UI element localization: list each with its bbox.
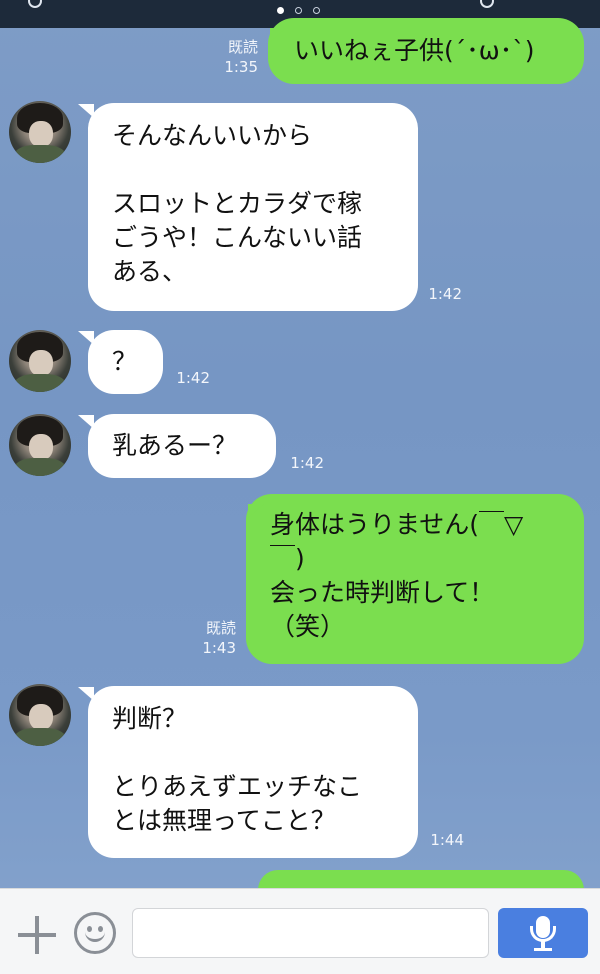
- message-bubble[interactable]: そんなんいいから スロットとカラダで稼 ごうや！こんないい話 ある、: [88, 103, 418, 311]
- message-time: 1:42: [290, 454, 324, 472]
- bubble-tail: [78, 104, 94, 118]
- bubble-tail: [248, 504, 264, 518]
- avatar[interactable]: [9, 414, 71, 476]
- bubble-tail: [78, 415, 94, 429]
- smiley-icon[interactable]: [74, 912, 116, 954]
- page-dot: [313, 7, 320, 14]
- message-bubble[interactable]: 判断？ とりあえずエッチなこ とは無理ってこと？: [88, 686, 418, 858]
- plus-icon[interactable]: [18, 916, 56, 954]
- bubble-tail: [78, 331, 94, 345]
- read-receipt: 既読: [205, 619, 236, 637]
- bubble-tail: [78, 687, 94, 701]
- input-bar: [0, 888, 600, 974]
- page-dot: [295, 7, 302, 14]
- status-icon: [28, 0, 42, 8]
- bubble-tail: [270, 28, 286, 42]
- message-time: 1:35: [224, 58, 258, 76]
- message-bubble[interactable]: 乳あるー？: [88, 414, 276, 478]
- message-input[interactable]: [132, 908, 489, 958]
- message-bubble[interactable]: いいねぇ子供(´･ω･`): [268, 18, 584, 84]
- avatar[interactable]: [9, 101, 71, 163]
- page-indicator: [277, 7, 320, 14]
- message-time: 1:44: [430, 831, 464, 849]
- status-icon: [480, 0, 494, 8]
- message-time: 1:42: [428, 285, 462, 303]
- voice-button[interactable]: [498, 908, 588, 958]
- message-time: 1:42: [176, 369, 210, 387]
- page-dot-active: [277, 7, 284, 14]
- avatar[interactable]: [9, 330, 71, 392]
- message-time: 1:43: [202, 639, 236, 657]
- read-receipt: 既読: [227, 38, 258, 56]
- message-bubble[interactable]: ？: [88, 330, 163, 394]
- message-bubble[interactable]: 身体はうりません(￣▽ ￣) 会った時判断して！ （笑）: [246, 494, 584, 664]
- avatar[interactable]: [9, 684, 71, 746]
